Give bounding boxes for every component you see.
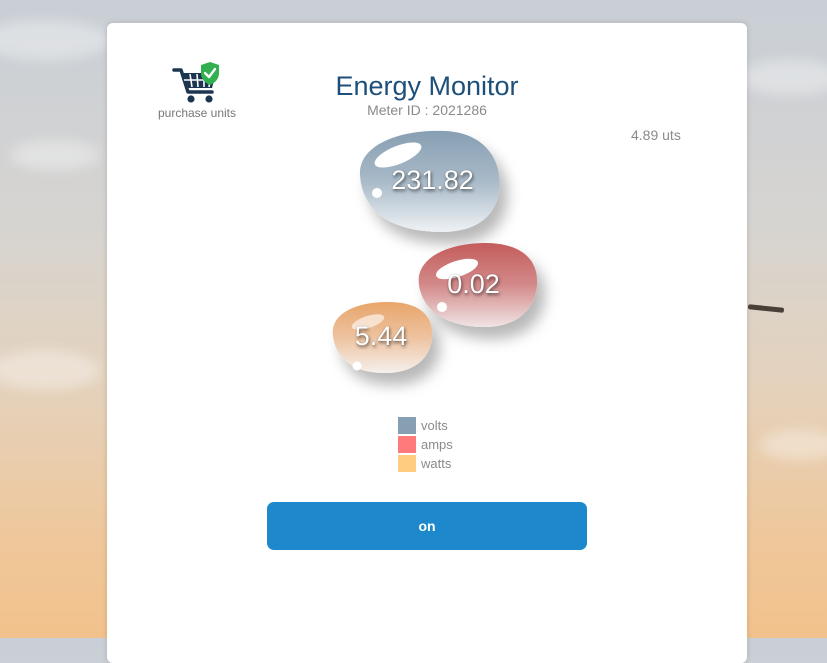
volts-bubble: 231.82 [350,127,505,237]
page-title: Energy Monitor [335,71,519,102]
airplane-wing [747,304,785,313]
legend-swatch-watts [398,455,416,472]
volts-value: 231.82 [391,165,474,195]
legend-label: volts [421,418,448,433]
legend-item-volts: volts [398,416,453,435]
watts-bubble: 5.44 [330,300,435,375]
legend-swatch-volts [398,417,416,434]
legend-swatch-amps [398,436,416,453]
legend: volts amps watts [398,416,453,473]
legend-item-watts: watts [398,454,453,473]
legend-item-amps: amps [398,435,453,454]
amps-value: 0.02 [447,269,500,299]
power-on-button[interactable]: on [267,502,587,550]
energy-monitor-card: purchase units Energy Monitor Meter ID :… [107,23,747,663]
meter-id: Meter ID : 2021286 [367,102,487,118]
units-balance: 4.89 uts [631,127,681,143]
watts-value: 5.44 [354,321,408,351]
legend-label: amps [421,437,453,452]
legend-label: watts [421,456,452,471]
